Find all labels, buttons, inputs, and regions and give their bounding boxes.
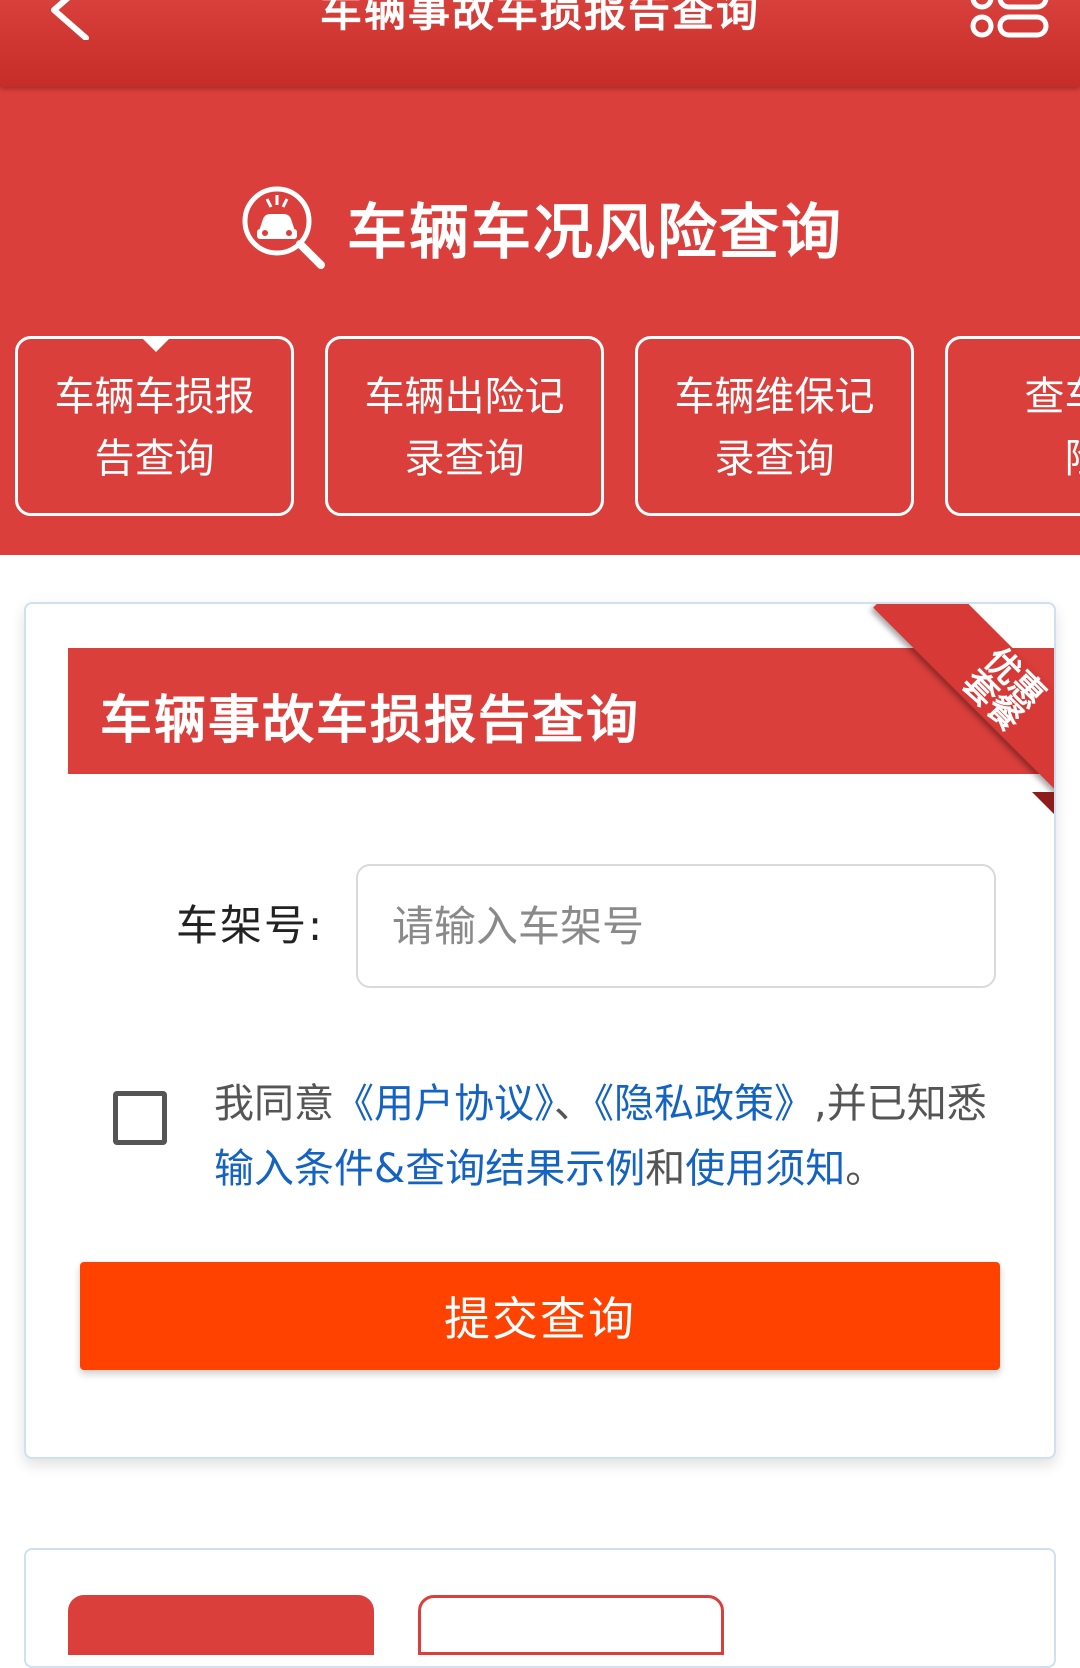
tab-claim-records[interactable]: 车辆出险记 录查询 bbox=[325, 336, 604, 516]
banner-heading: 车辆车况风险查询 bbox=[0, 177, 1080, 277]
category-tabs: 车辆车损报 告查询 车辆出险记 录查询 车辆维保记 录查询 查车辆 险 bbox=[15, 336, 1080, 516]
secondary-tab-active[interactable] bbox=[68, 1595, 374, 1655]
header-banner: 车辆车况风险查询 车辆车损报 告查询 车辆出险记 录查询 车辆维保记 录查询 查… bbox=[0, 87, 1080, 555]
agreement-checkbox[interactable] bbox=[113, 1091, 167, 1145]
submit-query-button[interactable]: 提交查询 bbox=[80, 1262, 1000, 1370]
tab-maintenance-records[interactable]: 车辆维保记 录查询 bbox=[635, 336, 914, 516]
tab-label-line2: 录查询 bbox=[714, 436, 835, 482]
selected-indicator bbox=[140, 336, 172, 352]
tab-label-line1: 车辆维保记 bbox=[674, 374, 875, 420]
user-agreement-link[interactable]: 《用户协议》 bbox=[334, 1081, 554, 1127]
tab-damage-report[interactable]: 车辆车损报 告查询 bbox=[15, 336, 294, 516]
ribbon-fold bbox=[1032, 792, 1054, 814]
agreement-middle: ,并已知悉 bbox=[814, 1081, 987, 1127]
privacy-policy-link[interactable]: 《隐私政策》 bbox=[594, 1081, 814, 1127]
tab-label-line1: 查车辆 bbox=[1024, 374, 1080, 420]
tab-label-line2: 告查询 bbox=[94, 436, 215, 482]
agreement-prefix: 我同意 bbox=[214, 1081, 334, 1127]
tab-insurance-check[interactable]: 查车辆 险 bbox=[945, 336, 1080, 516]
vin-label: 车架号: bbox=[176, 901, 325, 950]
banner-title: 车辆车况风险查询 bbox=[347, 197, 843, 268]
car-search-icon bbox=[242, 186, 325, 269]
usage-notes-link[interactable]: 使用须知 bbox=[685, 1146, 845, 1192]
top-nav-bar: 车辆事故车损报告查询 bbox=[0, 0, 1080, 87]
tab-label-line1: 车辆车损报 bbox=[54, 374, 255, 420]
promo-ribbon: 优惠 套餐 bbox=[844, 604, 1054, 814]
vin-input[interactable] bbox=[356, 864, 996, 988]
tab-label-line2: 录查询 bbox=[404, 436, 525, 482]
tab-label-line2: 险 bbox=[948, 428, 1080, 490]
menu-icon[interactable] bbox=[970, 0, 1050, 40]
agreement-suffix: 。 bbox=[845, 1146, 886, 1192]
page-title: 车辆事故车损报告查询 bbox=[319, 0, 760, 36]
secondary-tab[interactable] bbox=[418, 1595, 724, 1655]
promo-ribbon-label: 优惠 套餐 bbox=[873, 604, 1054, 814]
agreement-separator: 、 bbox=[554, 1081, 594, 1127]
agreement-text: 我同意《用户协议》、《隐私政策》,并已知悉输入条件&查询结果示例和使用须知。 bbox=[214, 1072, 994, 1202]
tab-label-line1: 车辆出险记 bbox=[364, 374, 565, 420]
secondary-card bbox=[24, 1548, 1056, 1668]
query-card: 车辆事故车损报告查询 优惠 套餐 车架号: 我同意《用户协议》、《隐私政策》,并… bbox=[24, 602, 1056, 1459]
examples-link[interactable]: 输入条件&查询结果示例 bbox=[214, 1146, 645, 1192]
card-title: 车辆事故车损报告查询 bbox=[100, 691, 641, 751]
agreement-and: 和 bbox=[645, 1146, 686, 1192]
